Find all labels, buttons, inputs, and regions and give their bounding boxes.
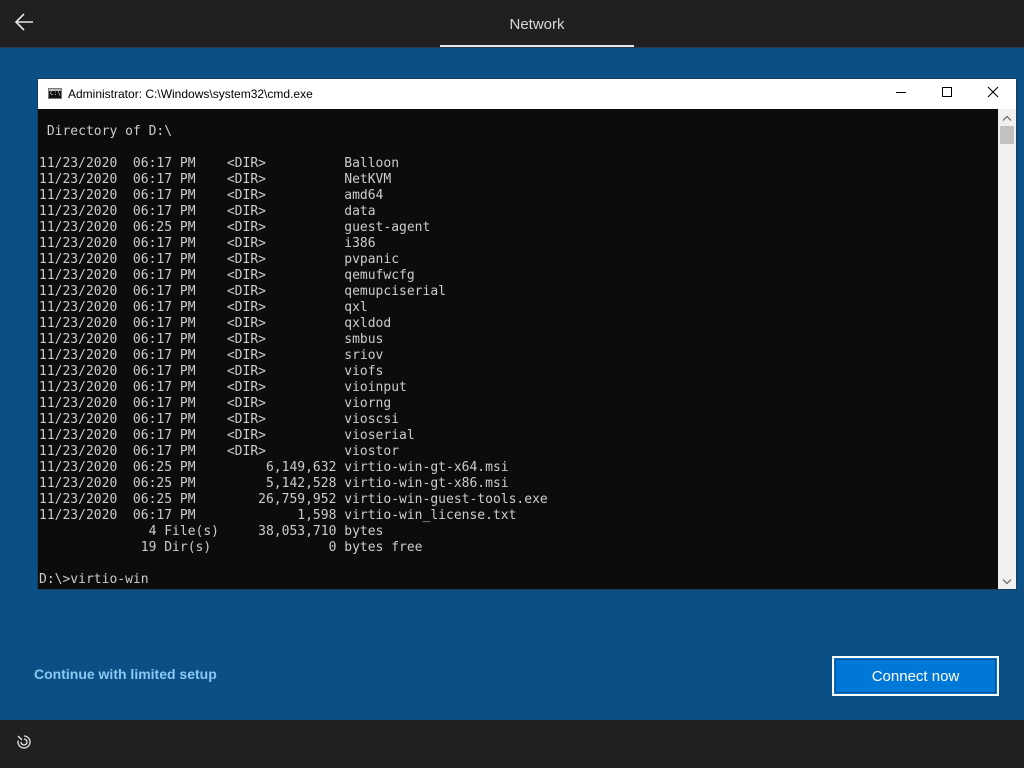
console-line: 11/23/2020 06:17 PM <DIR> pvpanic [39, 252, 400, 267]
cmd-app-icon [48, 88, 62, 99]
console-line: 11/23/2020 06:17 PM <DIR> vioinput [39, 380, 407, 395]
console-line: 11/23/2020 06:17 PM <DIR> smbus [39, 332, 384, 347]
console-line: 11/23/2020 06:17 PM <DIR> Balloon [39, 156, 400, 171]
console-line: 11/23/2020 06:17 PM <DIR> vioscsi [39, 412, 400, 427]
scroll-up-button[interactable] [998, 109, 1016, 125]
maximize-button[interactable] [924, 79, 970, 109]
bottom-bar [0, 720, 1024, 768]
continue-limited-setup-link[interactable]: Continue with limited setup [34, 666, 217, 682]
console-line: 11/23/2020 06:17 PM <DIR> data [39, 204, 376, 219]
cmd-titlebar[interactable]: Administrator: C:\Windows\system32\cmd.e… [38, 79, 1016, 109]
top-bar: Network [0, 0, 1024, 48]
console-line: 11/23/2020 06:17 PM <DIR> sriov [39, 348, 384, 363]
console-line: 11/23/2020 06:17 PM <DIR> amd64 [39, 188, 384, 203]
console-line: 11/23/2020 06:17 PM 1,598 virtio-win_lic… [39, 508, 517, 523]
console-line: 11/23/2020 06:25 PM <DIR> guest-agent [39, 220, 431, 235]
console-line: 11/23/2020 06:17 PM <DIR> qxldod [39, 316, 392, 331]
console-scrollbar[interactable] [998, 109, 1016, 589]
console-line: 11/23/2020 06:17 PM <DIR> i386 [39, 236, 376, 251]
console-line: 11/23/2020 06:25 PM 26,759,952 virtio-wi… [39, 492, 548, 507]
page-title: Network [509, 16, 565, 33]
maximize-icon [941, 85, 953, 103]
close-button[interactable] [970, 79, 1016, 109]
minimize-icon [895, 85, 907, 103]
console-line: 11/23/2020 06:17 PM <DIR> vioserial [39, 428, 415, 443]
console-line: 11/23/2020 06:17 PM <DIR> viofs [39, 364, 384, 379]
console-line: 11/23/2020 06:17 PM <DIR> NetKVM [39, 172, 392, 187]
chevron-down-icon [1002, 572, 1012, 590]
arrow-left-icon [14, 12, 34, 36]
minimize-button[interactable] [878, 79, 924, 109]
chevron-up-icon [1002, 108, 1012, 126]
scroll-down-button[interactable] [998, 573, 1016, 589]
back-button[interactable] [8, 8, 40, 40]
ease-of-access-icon [16, 734, 32, 755]
console-line: 4 File(s) 38,053,710 bytes [39, 524, 384, 539]
console-line: 11/23/2020 06:25 PM 5,142,528 virtio-win… [39, 476, 509, 491]
console-line: 11/23/2020 06:17 PM <DIR> qemufwcfg [39, 268, 415, 283]
connect-now-button[interactable]: Connect now [832, 656, 999, 696]
console-line: 11/23/2020 06:17 PM <DIR> viorng [39, 396, 392, 411]
console-line: 11/23/2020 06:17 PM <DIR> qemupciserial [39, 284, 446, 299]
close-icon [987, 85, 999, 103]
console-output[interactable]: Directory of D:\ 11/23/2020 06:17 PM <DIR… [38, 109, 998, 589]
scroll-thumb[interactable] [1000, 126, 1014, 144]
console-line: 11/23/2020 06:17 PM <DIR> viostor [39, 444, 400, 459]
console-line: 11/23/2020 06:17 PM <DIR> qxl [39, 300, 368, 315]
console-line: 19 Dir(s) 0 bytes free [39, 540, 423, 555]
cmd-window-title: Administrator: C:\Windows\system32\cmd.e… [68, 87, 313, 101]
title-underline [440, 45, 634, 47]
console-lines: Directory of D:\ 11/23/2020 06:17 PM <DIR… [39, 124, 548, 588]
cmd-window[interactable]: Administrator: C:\Windows\system32\cmd.e… [38, 79, 1016, 589]
ease-of-access-button[interactable] [10, 730, 38, 758]
console-line: Directory of D:\ [39, 124, 173, 139]
console-line: D:\>virtio-win [39, 572, 149, 587]
console-line: 11/23/2020 06:25 PM 6,149,632 virtio-win… [39, 460, 509, 475]
